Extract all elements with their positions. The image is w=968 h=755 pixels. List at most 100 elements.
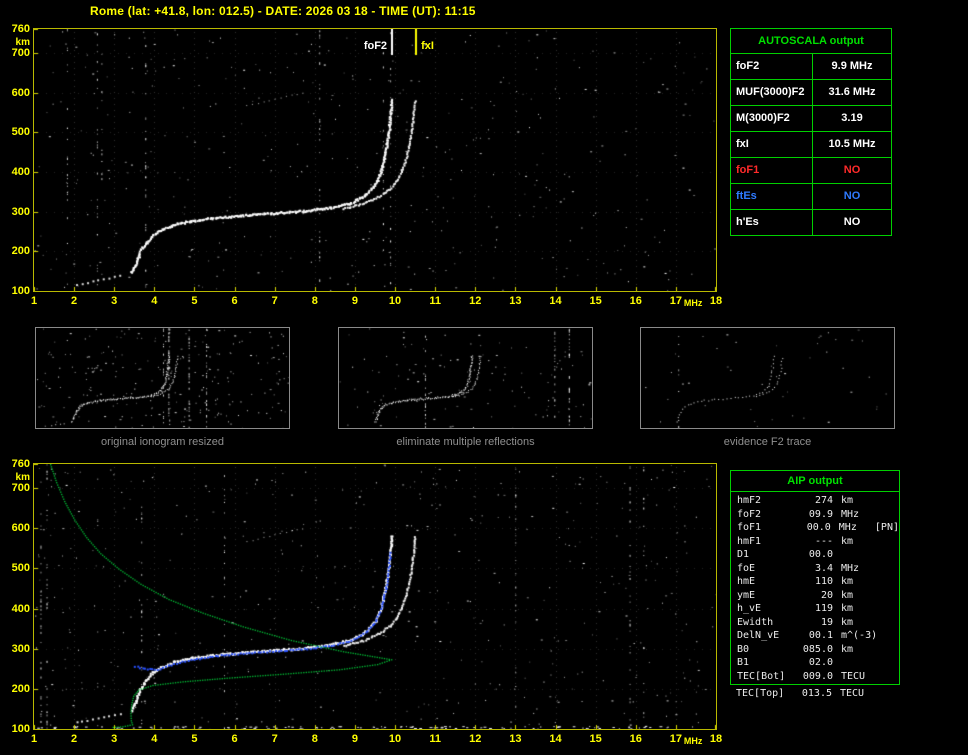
- autoscala-row: foF2 9.9 MHz: [731, 54, 891, 80]
- autoscala-row-value: NO: [843, 216, 861, 228]
- aip-row-value: 09.9: [808, 508, 833, 520]
- x-axis-unit: MHz: [683, 298, 703, 308]
- aip-row-value: 02.0: [808, 657, 833, 668]
- aip-row-label: TEC[Bot]: [737, 670, 786, 682]
- x-tick-label: 14: [549, 295, 562, 307]
- autoscala-output-table: AUTOSCALA output foF2 9.9 MHz MUF(3000)F2 3…: [730, 28, 892, 236]
- aip-row-value: 19: [820, 616, 833, 628]
- aip-row-label: foF2: [737, 508, 762, 520]
- thumbnail-f2trace-caption: evidence F2 trace: [723, 436, 812, 448]
- y-tick-label: 400: [11, 165, 30, 178]
- x-tick-label: 8: [311, 733, 318, 745]
- marker-label-fof2: foF2: [363, 40, 388, 52]
- aip-row-value: ---: [814, 535, 833, 547]
- thumbnail-reflections: eliminate multiple reflections: [338, 327, 593, 448]
- y-axis-unit: km: [15, 472, 30, 483]
- aip-row-label: hmF1: [737, 535, 762, 547]
- aip-row-value: 00.0: [808, 549, 833, 560]
- thumbnail-f2trace: evidence F2 trace: [640, 327, 895, 448]
- x-tick-label: 9: [351, 733, 358, 745]
- aip-row: ymE 20 km: [731, 589, 899, 603]
- aip-row-label: h_vE: [737, 603, 762, 614]
- y-axis-unit: km: [15, 37, 30, 48]
- x-tick-label: 15: [589, 733, 602, 745]
- aip-row-value: 119: [814, 603, 833, 614]
- aip-row-value: 274: [814, 495, 833, 506]
- aip-row-value: 009.0: [802, 670, 833, 682]
- y-tick-label: 100: [11, 723, 30, 735]
- autoscala-table-body: foF2 9.9 MHz MUF(3000)F2 31.6 MHz M(3000)F2 3…: [731, 54, 891, 235]
- aip-row-unit: TECU: [840, 688, 865, 699]
- aip-row-unit: km: [841, 643, 854, 655]
- x-tick-label: 5: [191, 295, 198, 307]
- x-tick-label: 13: [509, 733, 522, 745]
- aip-row-label: B0: [737, 643, 750, 655]
- autoscala-row-label: foF2: [731, 54, 813, 79]
- aip-row-label: foF1: [737, 522, 762, 533]
- y-tick-label: 500: [11, 562, 30, 575]
- thumbnail-original-canvas: [36, 328, 289, 428]
- autoscala-row: h'Es NO: [731, 210, 891, 235]
- x-tick-label: 15: [589, 295, 602, 307]
- aip-row-label: hmE: [737, 576, 756, 587]
- aip-row-label: B1: [737, 657, 750, 668]
- x-tick-label: 6: [231, 733, 238, 745]
- aip-row-unit: MHz: [841, 508, 860, 520]
- y-tick-label: 300: [11, 205, 30, 218]
- aip-row-unit: km: [841, 589, 854, 601]
- aip-row-unit: m^(-3): [841, 630, 878, 641]
- top-ionogram-canvas: [34, 29, 716, 291]
- aip-footer: TEC[Top] 013.5 TECU: [730, 687, 900, 701]
- x-tick-label: 14: [549, 733, 562, 745]
- aip-row: hmE 110 km: [731, 575, 899, 589]
- aip-row-label: foE: [737, 562, 756, 574]
- thumbnail-original-frame: [35, 327, 290, 429]
- aip-row-value: 3.4: [814, 562, 833, 574]
- x-tick-label: 18: [709, 295, 723, 307]
- autoscala-row-value: 9.9 MHz: [831, 60, 873, 72]
- x-tick-label: 8: [311, 295, 318, 307]
- aip-row-unit: km: [841, 495, 854, 506]
- y-tick-label: 200: [11, 682, 30, 695]
- thumbnail-original: original ionogram resized: [35, 327, 290, 448]
- autoscala-row-label: MUF(3000)F2: [731, 80, 813, 105]
- x-tick-label: 16: [629, 295, 642, 307]
- x-axis-unit: MHz: [683, 736, 703, 746]
- y-tick-label: 400: [11, 602, 30, 615]
- aip-row-value: 00.1: [808, 630, 833, 641]
- aip-row-value: 00.0: [806, 522, 831, 533]
- autoscala-row: MUF(3000)F2 31.6 MHz: [731, 80, 891, 106]
- aip-row: hmF1 --- km: [731, 535, 899, 549]
- x-tick-label: 11: [429, 295, 441, 307]
- autoscala-row-value: 31.6 MHz: [828, 86, 876, 98]
- thumbnail-original-caption: original ionogram resized: [101, 436, 224, 448]
- autoscala-table-header: AUTOSCALA output: [731, 29, 891, 54]
- aip-row-unit: km: [841, 603, 854, 614]
- aip-row: h_vE 119 km: [731, 602, 899, 616]
- x-tick-label: 5: [191, 733, 198, 745]
- aip-row-label: ymE: [737, 589, 756, 601]
- autoscala-row-label: h'Es: [731, 210, 813, 235]
- autoscala-row: M(3000)F2 3.19: [731, 106, 891, 132]
- thumbnail-f2trace-frame: [640, 327, 895, 429]
- y-tick-label: 600: [11, 86, 30, 99]
- aip-row-label: Ewidth: [737, 616, 774, 628]
- x-tick-label: 18: [709, 733, 723, 745]
- x-tick-label: 4: [151, 295, 158, 307]
- aip-row-label: hmF2: [737, 495, 762, 506]
- y-tick-label: 100: [11, 285, 30, 297]
- thumbnail-reflections-caption: eliminate multiple reflections: [396, 436, 535, 448]
- aip-output-panel: AIP output hmF2 274 km foF2 09.9 MHz foF1 00.0 M…: [730, 470, 900, 685]
- thumbnail-reflections-canvas: [339, 328, 592, 428]
- x-tick-label: 17: [669, 733, 682, 745]
- x-tick-label: 11: [429, 733, 441, 745]
- thumbnail-f2trace-canvas: [641, 328, 894, 428]
- aip-row-unit: km: [841, 535, 854, 547]
- y-tick-label: 500: [11, 126, 30, 139]
- aip-row-value: 20: [820, 589, 833, 601]
- thumbnail-reflections-frame: [338, 327, 593, 429]
- y-tick-label: 760: [11, 458, 30, 470]
- aip-row-unit: MHz [PN]: [838, 522, 899, 533]
- autoscala-row-value: NO: [843, 164, 861, 176]
- aip-row-unit: MHz: [841, 562, 860, 574]
